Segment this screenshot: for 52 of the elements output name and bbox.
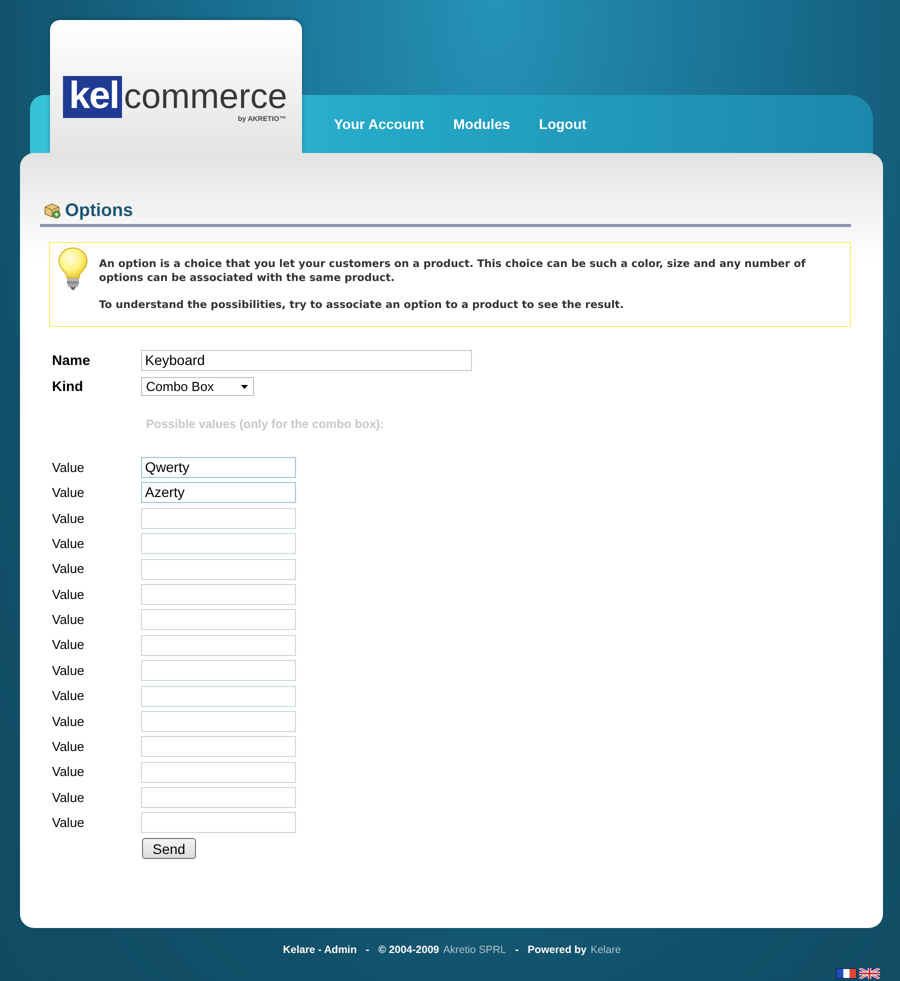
logo-mark: kel bbox=[63, 76, 122, 118]
french-flag-icon[interactable] bbox=[836, 968, 857, 979]
value-label: Value bbox=[52, 738, 86, 756]
value-label: Value bbox=[52, 763, 86, 782]
lightbulb-icon bbox=[58, 247, 88, 291]
value-label: Value bbox=[52, 712, 86, 731]
value-input[interactable] bbox=[141, 508, 296, 529]
footer-text: Kelare - Admin bbox=[283, 944, 357, 957]
value-label: Value bbox=[52, 662, 86, 680]
uk-flag-icon[interactable] bbox=[859, 968, 880, 979]
value-label: Value bbox=[52, 814, 86, 832]
footer-link[interactable]: Akretio SPRL bbox=[443, 944, 506, 957]
value-input[interactable] bbox=[141, 736, 296, 758]
value-label: Value bbox=[52, 687, 86, 706]
value-label: Value bbox=[52, 611, 86, 630]
value-label: Value bbox=[52, 458, 86, 477]
footer-text: Powered by bbox=[528, 944, 587, 957]
kind-select[interactable]: Combo Box bbox=[141, 377, 254, 396]
value-input[interactable] bbox=[141, 686, 296, 707]
value-label: Value bbox=[52, 560, 86, 578]
value-label: Value bbox=[52, 484, 86, 502]
value-input[interactable] bbox=[141, 660, 296, 682]
footer-separator: - bbox=[364, 944, 370, 957]
logo-wordmark: commerce bbox=[124, 76, 288, 116]
field-label: Name bbox=[52, 351, 92, 370]
page-title: Options bbox=[65, 199, 133, 221]
value-input[interactable] bbox=[141, 634, 296, 656]
footer-text: © 2004-2009 bbox=[378, 944, 440, 957]
send-button[interactable]: Send bbox=[142, 838, 196, 860]
package-icon bbox=[44, 202, 61, 218]
caret-icon bbox=[241, 384, 248, 388]
value-input[interactable] bbox=[141, 584, 296, 605]
value-label: Value bbox=[52, 510, 86, 528]
info-text: To understand the possibilities, try to associate an option to a product to see the result. bbox=[99, 298, 625, 312]
value-input[interactable] bbox=[141, 787, 296, 808]
value-input[interactable] bbox=[141, 558, 296, 580]
value-input[interactable] bbox=[141, 533, 296, 554]
value-label: Value bbox=[52, 788, 86, 807]
value-label: Value bbox=[52, 534, 86, 553]
text-input[interactable]: Keyboard bbox=[141, 350, 472, 371]
value-input[interactable] bbox=[141, 710, 296, 732]
value-input[interactable] bbox=[141, 812, 296, 834]
value-input[interactable] bbox=[141, 609, 296, 630]
footer-link[interactable]: Kelare bbox=[590, 944, 621, 957]
value-input[interactable]: Azerty bbox=[141, 482, 296, 504]
value-input[interactable] bbox=[141, 762, 296, 783]
info-text: An option is a choice that you let your customers on a product. This choice can be such a color, size and any number of options can be associated with the same product. bbox=[99, 257, 807, 285]
footer-separator: - bbox=[514, 944, 520, 957]
value-label: Value bbox=[52, 586, 86, 604]
field-label: Kind bbox=[52, 377, 84, 396]
value-input[interactable]: Qwerty bbox=[141, 457, 296, 478]
value-label: Value bbox=[52, 636, 86, 654]
